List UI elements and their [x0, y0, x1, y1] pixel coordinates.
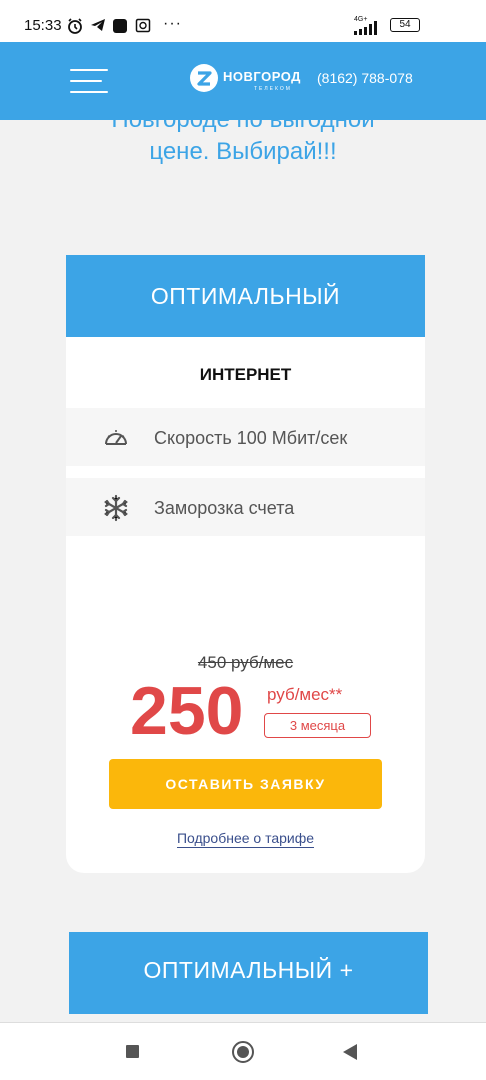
feature-text: Скорость 100 Мбит/сек	[154, 428, 348, 448]
phone-link[interactable]: (8162) 788-078	[317, 70, 413, 86]
battery-icon: 54	[390, 18, 420, 32]
status-time: 15:33	[24, 17, 62, 34]
speedometer-icon	[105, 430, 127, 445]
feature-row: Скорость 100 Мбит/сек	[66, 408, 425, 466]
gallery-icon	[135, 18, 151, 33]
menu-line	[70, 69, 108, 71]
app-notification-icon	[113, 19, 127, 33]
promo-period-badge: 3 месяца	[264, 713, 371, 738]
next-tariff-title: ОПТИМАЛЬНЫЙ +	[143, 957, 354, 983]
status-bar: 15:33 ··· 4G+ 54	[0, 0, 486, 42]
tariff-title: ОПТИМАЛЬНЫЙ	[150, 283, 341, 309]
recent-apps-button[interactable]	[126, 1045, 139, 1058]
menu-line	[70, 80, 102, 82]
snowflake-icon	[104, 494, 128, 522]
signal-icon	[354, 21, 377, 35]
feature-text: Заморозка счета	[154, 498, 295, 518]
feature-row: Заморозка счета	[66, 478, 425, 536]
alarm-icon	[68, 18, 82, 34]
more-notifications-icon: ···	[163, 15, 182, 32]
logo-badge-icon	[190, 64, 218, 92]
tariff-details-link[interactable]: Подробнее о тарифе	[176, 830, 315, 848]
back-button[interactable]	[343, 1044, 357, 1060]
price-value: 250	[130, 673, 244, 749]
tariff-card: ОПТИМАЛЬНЫЙ ИНТЕРНЕТ Скорость 100 Мбит/с…	[66, 255, 425, 873]
menu-line	[70, 91, 108, 93]
logo-text: НОВГОРОД	[223, 69, 301, 84]
order-button[interactable]: ОСТАВИТЬ ЗАЯВКУ	[109, 759, 382, 809]
headline-line-1: Новгороде по выгодной	[0, 120, 486, 134]
price-unit: руб/мес**	[267, 685, 343, 704]
next-tariff-card[interactable]: ОПТИМАЛЬНЫЙ +	[69, 932, 428, 1014]
system-nav-bar	[0, 1022, 486, 1080]
logo-subtext: ТЕЛЕКОМ	[254, 86, 292, 92]
site-header: НОВГОРОД ТЕЛЕКОМ (8162) 788-078	[0, 42, 486, 120]
old-price: 450 руб/мес	[197, 653, 294, 672]
menu-button[interactable]	[70, 67, 108, 95]
headline-line-2: цене. Выбирай!!!	[149, 138, 337, 165]
home-button[interactable]	[232, 1041, 254, 1063]
status-right: 4G+ 54	[354, 15, 464, 35]
tariff-card-header: ОПТИМАЛЬНЫЙ	[66, 255, 425, 337]
page-headline: Новгороде по выгодной цене. Выбирай!!!	[0, 120, 486, 180]
screen: 15:33 ··· 4G+ 54 НОВГОРОД ТЕЛЕКОМ (8162)…	[0, 0, 486, 1080]
battery-level: 54	[399, 19, 411, 30]
details-link-wrap: Подробнее о тарифе	[66, 830, 425, 848]
telegram-icon	[91, 19, 105, 31]
tariff-category: ИНТЕРНЕТ	[199, 365, 292, 384]
